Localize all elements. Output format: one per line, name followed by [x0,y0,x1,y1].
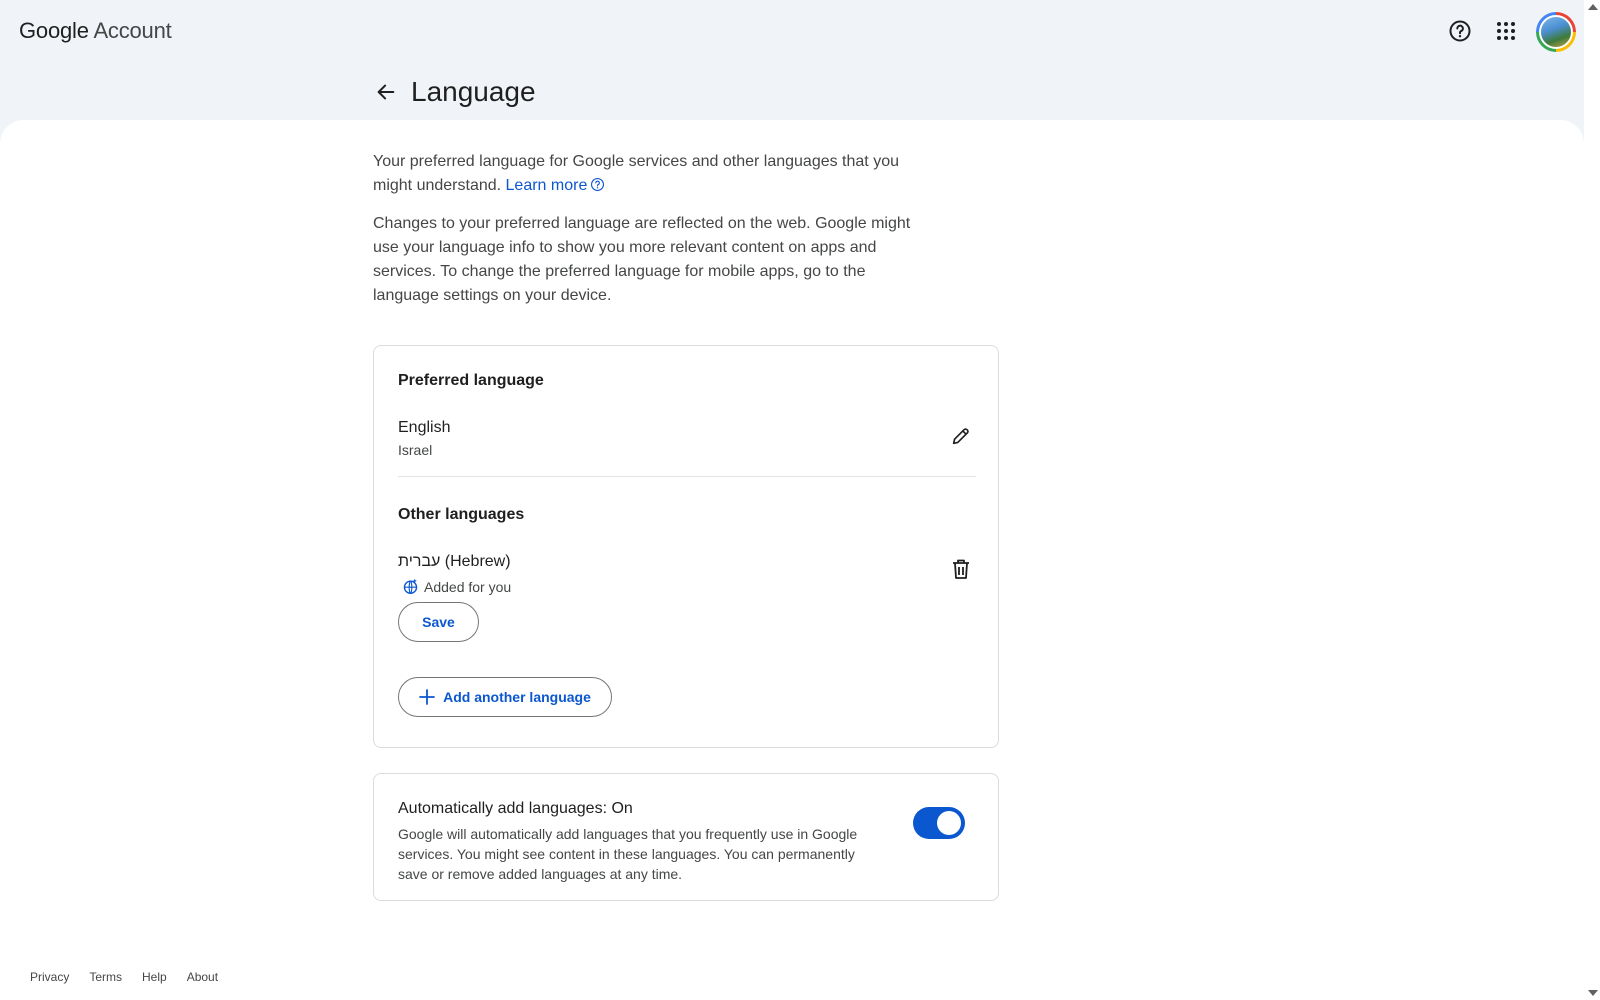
added-for-you-label: Added for you [424,578,512,595]
auto-add-card: Automatically add languages: On Google w… [373,773,999,901]
toggle-knob [937,811,961,835]
apps-grid-icon[interactable] [1492,17,1520,45]
scroll-up-arrow-icon[interactable] [1588,4,1598,10]
add-another-language-button[interactable]: Add another language [398,677,612,717]
page-scrollbar[interactable] [1584,0,1600,1000]
logo-account-text: Account [93,18,172,43]
intro-paragraph: Your preferred language for Google servi… [373,150,933,198]
preferred-language-region: Israel [398,442,433,458]
back-arrow-icon[interactable] [370,76,402,108]
auto-added-globe-icon [403,578,418,594]
save-language-button[interactable]: Save [398,602,479,642]
changes-paragraph: Changes to your preferred language are r… [373,215,911,304]
added-for-you-row: Added for you [402,578,511,595]
page-header: Language [370,72,536,112]
footer-privacy-link[interactable]: Privacy [30,970,69,984]
other-languages-heading: Other languages [398,506,525,523]
learn-more-link[interactable]: Learn more [506,177,606,194]
footer-about-link[interactable]: About [187,970,218,984]
languages-card: Preferred language English Israel Other … [373,345,999,748]
learn-more-label: Learn more [505,177,588,194]
delete-trash-icon[interactable] [945,553,977,585]
edit-pencil-icon[interactable] [945,420,977,452]
add-language-label: Add another language [443,689,591,705]
top-bar: Google Account [0,0,1584,64]
google-account-logo[interactable]: Google Account [19,18,172,44]
account-avatar[interactable] [1536,12,1576,52]
auto-add-toggle[interactable] [913,807,965,839]
footer-help-link[interactable]: Help [142,970,167,984]
avatar-image [1539,15,1573,49]
other-language-name: עברית (Hebrew) [398,553,511,570]
logo-google-text: Google [19,18,89,43]
preferred-language-name: English [398,419,451,436]
auto-add-description: Google will automatically add languages … [398,826,858,882]
section-divider [398,476,976,477]
intro-text: Your preferred language for Google servi… [373,153,899,194]
scroll-down-arrow-icon[interactable] [1588,990,1598,996]
footer-links: Privacy Terms Help About [30,970,238,984]
help-icon[interactable] [1446,17,1474,45]
page-title: Language [411,76,536,107]
main-content: Your preferred language for Google servi… [0,120,1584,1000]
auto-add-title: Automatically add languages: On [398,800,633,817]
plus-icon [419,689,435,705]
footer-terms-link[interactable]: Terms [89,970,122,984]
preferred-language-heading: Preferred language [398,372,544,389]
help-outline-icon [591,178,605,191]
